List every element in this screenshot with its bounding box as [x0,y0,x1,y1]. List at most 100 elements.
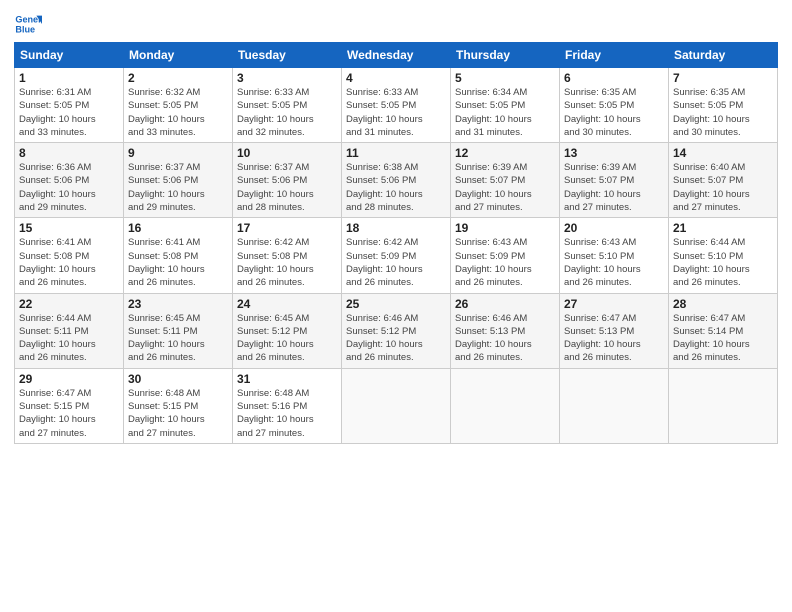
day-detail: Sunrise: 6:46 AM Sunset: 5:12 PM Dayligh… [346,313,423,364]
day-detail: Sunrise: 6:41 AM Sunset: 5:08 PM Dayligh… [19,237,96,288]
day-number: 11 [346,146,446,160]
day-cell: 24Sunrise: 6:45 AM Sunset: 5:12 PM Dayli… [233,293,342,368]
week-row-3: 15 Sunrise: 6:41 AM Sunset: 5:08 PM Dayli… [15,218,778,293]
weekday-sunday: Sunday [15,43,124,68]
weekday-friday: Friday [560,43,669,68]
day-number: 13 [564,146,664,160]
day-cell: 3 Sunrise: 6:33 AM Sunset: 5:05 PM Daylig… [233,68,342,143]
day-cell: 22Sunrise: 6:44 AM Sunset: 5:11 PM Dayli… [15,293,124,368]
day-cell: 12Sunrise: 6:39 AM Sunset: 5:07 PM Dayli… [451,143,560,218]
day-cell: 4 Sunrise: 6:33 AM Sunset: 5:05 PM Daylig… [342,68,451,143]
day-detail: Sunrise: 6:33 AM Sunset: 5:05 PM Dayligh… [237,87,314,138]
weekday-monday: Monday [124,43,233,68]
day-number: 5 [455,71,555,85]
day-number: 9 [128,146,228,160]
week-row-5: 29 Sunrise: 6:47 AM Sunset: 5:15 PM Dayli… [15,368,778,443]
day-detail: Sunrise: 6:43 AM Sunset: 5:09 PM Dayligh… [455,237,532,288]
day-number: 6 [564,71,664,85]
logo: General Blue [14,10,42,38]
day-number: 16 [128,221,228,235]
day-number: 27 [564,297,664,311]
day-cell: 2 Sunrise: 6:32 AM Sunset: 5:05 PM Daylig… [124,68,233,143]
day-detail: Sunrise: 6:44 AM Sunset: 5:10 PM Dayligh… [673,237,750,288]
day-cell: 21Sunrise: 6:44 AM Sunset: 5:10 PM Dayli… [669,218,778,293]
day-cell: 5 Sunrise: 6:34 AM Sunset: 5:05 PM Daylig… [451,68,560,143]
day-cell [451,368,560,443]
day-cell: 14 Sunrise: 6:40 AM Sunset: 5:07 PM Dayli… [669,143,778,218]
day-cell [669,368,778,443]
day-number: 29 [19,372,119,386]
day-cell: 7 Sunrise: 6:35 AM Sunset: 5:05 PM Daylig… [669,68,778,143]
day-detail: Sunrise: 6:34 AM Sunset: 5:05 PM Dayligh… [455,87,532,138]
day-number: 26 [455,297,555,311]
day-detail: Sunrise: 6:40 AM Sunset: 5:07 PM Dayligh… [673,162,750,213]
day-number: 20 [564,221,664,235]
day-cell: 11 Sunrise: 6:38 AM Sunset: 5:06 PM Dayli… [342,143,451,218]
day-cell: 13Sunrise: 6:39 AM Sunset: 5:07 PM Dayli… [560,143,669,218]
day-detail: Sunrise: 6:42 AM Sunset: 5:09 PM Dayligh… [346,237,423,288]
day-number: 2 [128,71,228,85]
calendar-body: 1 Sunrise: 6:31 AM Sunset: 5:05 PM Daylig… [15,68,778,444]
day-cell: 23Sunrise: 6:45 AM Sunset: 5:11 PM Dayli… [124,293,233,368]
day-cell: 17Sunrise: 6:42 AM Sunset: 5:08 PM Dayli… [233,218,342,293]
day-number: 17 [237,221,337,235]
day-cell: 18 Sunrise: 6:42 AM Sunset: 5:09 PM Dayli… [342,218,451,293]
day-number: 8 [19,146,119,160]
weekday-tuesday: Tuesday [233,43,342,68]
week-row-2: 8 Sunrise: 6:36 AM Sunset: 5:06 PM Daylig… [15,143,778,218]
day-detail: Sunrise: 6:45 AM Sunset: 5:12 PM Dayligh… [237,313,314,364]
day-detail: Sunrise: 6:47 AM Sunset: 5:13 PM Dayligh… [564,313,641,364]
day-cell: 26 Sunrise: 6:46 AM Sunset: 5:13 PM Dayli… [451,293,560,368]
day-cell: 27 Sunrise: 6:47 AM Sunset: 5:13 PM Dayli… [560,293,669,368]
weekday-thursday: Thursday [451,43,560,68]
svg-text:Blue: Blue [15,24,35,34]
day-detail: Sunrise: 6:48 AM Sunset: 5:15 PM Dayligh… [128,388,205,439]
day-cell: 10 Sunrise: 6:37 AM Sunset: 5:06 PM Dayli… [233,143,342,218]
weekday-saturday: Saturday [669,43,778,68]
day-detail: Sunrise: 6:37 AM Sunset: 5:06 PM Dayligh… [237,162,314,213]
day-cell: 20 Sunrise: 6:43 AM Sunset: 5:10 PM Dayli… [560,218,669,293]
weekday-header-row: SundayMondayTuesdayWednesdayThursdayFrid… [15,43,778,68]
day-cell: 16 Sunrise: 6:41 AM Sunset: 5:08 PM Dayli… [124,218,233,293]
page-container: General Blue SundayMondayTuesdayWednesda… [0,0,792,450]
day-cell: 6Sunrise: 6:35 AM Sunset: 5:05 PM Daylig… [560,68,669,143]
day-cell [342,368,451,443]
day-cell: 29 Sunrise: 6:47 AM Sunset: 5:15 PM Dayli… [15,368,124,443]
day-detail: Sunrise: 6:38 AM Sunset: 5:06 PM Dayligh… [346,162,423,213]
day-cell: 9 Sunrise: 6:37 AM Sunset: 5:06 PM Daylig… [124,143,233,218]
weekday-wednesday: Wednesday [342,43,451,68]
day-number: 19 [455,221,555,235]
day-detail: Sunrise: 6:48 AM Sunset: 5:16 PM Dayligh… [237,388,314,439]
day-detail: Sunrise: 6:31 AM Sunset: 5:05 PM Dayligh… [19,87,96,138]
day-number: 22 [19,297,119,311]
day-cell [560,368,669,443]
day-detail: Sunrise: 6:43 AM Sunset: 5:10 PM Dayligh… [564,237,641,288]
day-cell: 15 Sunrise: 6:41 AM Sunset: 5:08 PM Dayli… [15,218,124,293]
day-number: 15 [19,221,119,235]
day-detail: Sunrise: 6:36 AM Sunset: 5:06 PM Dayligh… [19,162,96,213]
day-cell: 1 Sunrise: 6:31 AM Sunset: 5:05 PM Daylig… [15,68,124,143]
day-number: 30 [128,372,228,386]
day-detail: Sunrise: 6:41 AM Sunset: 5:08 PM Dayligh… [128,237,205,288]
day-detail: Sunrise: 6:35 AM Sunset: 5:05 PM Dayligh… [673,87,750,138]
header: General Blue [14,10,778,38]
day-number: 4 [346,71,446,85]
day-detail: Sunrise: 6:45 AM Sunset: 5:11 PM Dayligh… [128,313,205,364]
day-number: 18 [346,221,446,235]
day-detail: Sunrise: 6:32 AM Sunset: 5:05 PM Dayligh… [128,87,205,138]
day-number: 1 [19,71,119,85]
day-number: 25 [346,297,446,311]
day-detail: Sunrise: 6:37 AM Sunset: 5:06 PM Dayligh… [128,162,205,213]
day-detail: Sunrise: 6:39 AM Sunset: 5:07 PM Dayligh… [455,162,532,213]
day-detail: Sunrise: 6:33 AM Sunset: 5:05 PM Dayligh… [346,87,423,138]
week-row-1: 1 Sunrise: 6:31 AM Sunset: 5:05 PM Daylig… [15,68,778,143]
day-number: 14 [673,146,773,160]
day-number: 10 [237,146,337,160]
week-row-4: 22Sunrise: 6:44 AM Sunset: 5:11 PM Dayli… [15,293,778,368]
day-detail: Sunrise: 6:47 AM Sunset: 5:15 PM Dayligh… [19,388,96,439]
day-number: 7 [673,71,773,85]
day-number: 31 [237,372,337,386]
day-detail: Sunrise: 6:47 AM Sunset: 5:14 PM Dayligh… [673,313,750,364]
day-detail: Sunrise: 6:46 AM Sunset: 5:13 PM Dayligh… [455,313,532,364]
day-number: 3 [237,71,337,85]
